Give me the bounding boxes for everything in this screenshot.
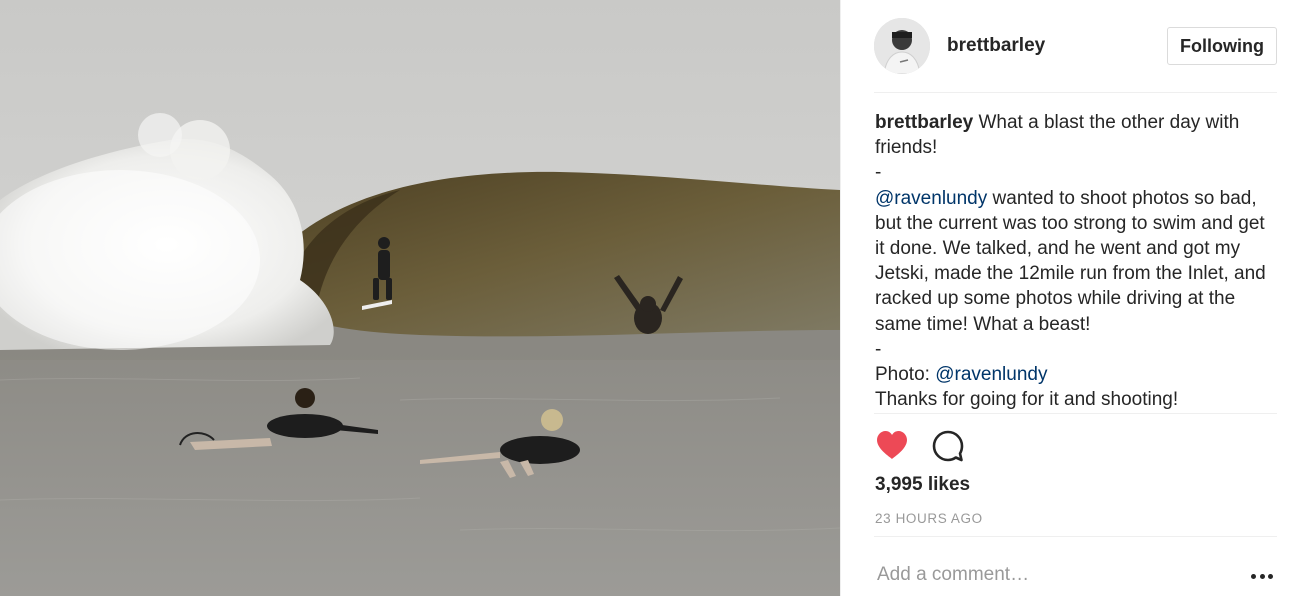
more-dot — [1259, 573, 1265, 579]
mention-link[interactable]: @ravenlundy — [935, 364, 1047, 385]
caption-first-line: brettbarley What a blast the other day w… — [875, 110, 1277, 160]
instagram-post: brettbarley Following brettbarley What a… — [0, 0, 1300, 596]
post-username[interactable]: brettbarley — [947, 35, 1167, 57]
more-options-icon[interactable] — [1251, 566, 1273, 586]
post-actions — [875, 428, 965, 464]
heart-icon[interactable] — [875, 429, 909, 463]
caption-photo-label: Photo: — [875, 364, 930, 386]
post-photo[interactable] — [0, 0, 840, 596]
post-caption: brettbarley What a blast the other day w… — [875, 110, 1277, 412]
caption-author[interactable]: brettbarley — [875, 112, 973, 133]
more-dot — [1251, 573, 1256, 579]
post-timestamp[interactable]: 23 HOURS AGO — [875, 511, 983, 526]
post-header: brettbarley Following — [874, 0, 1277, 93]
surf-photo-image — [0, 0, 840, 596]
comment-icon[interactable] — [931, 429, 965, 463]
divider — [874, 536, 1277, 537]
following-button[interactable]: Following — [1167, 27, 1277, 65]
more-dot — [1268, 573, 1273, 579]
caption-dash-2: - — [875, 338, 882, 360]
avatar[interactable] — [874, 18, 930, 74]
divider — [874, 413, 1277, 414]
caption-dash-1: - — [875, 162, 882, 184]
comment-input[interactable] — [875, 558, 1219, 592]
post-sidebar: brettbarley Following brettbarley What a… — [840, 0, 1300, 596]
likes-count[interactable]: 3,995 likes — [875, 474, 970, 496]
avatar-image — [874, 18, 930, 74]
mention-link[interactable]: @ravenlundy — [875, 188, 987, 209]
caption-paragraph-2: @ravenlundy wanted to shoot photos so ba… — [875, 186, 1277, 337]
caption-photo-credit: Photo: @ravenlundy — [875, 362, 1277, 387]
caption-text-3: Thanks for going for it and shooting! — [875, 389, 1179, 411]
caption-text-2: wanted to shoot photos so bad, but the c… — [875, 187, 1266, 335]
